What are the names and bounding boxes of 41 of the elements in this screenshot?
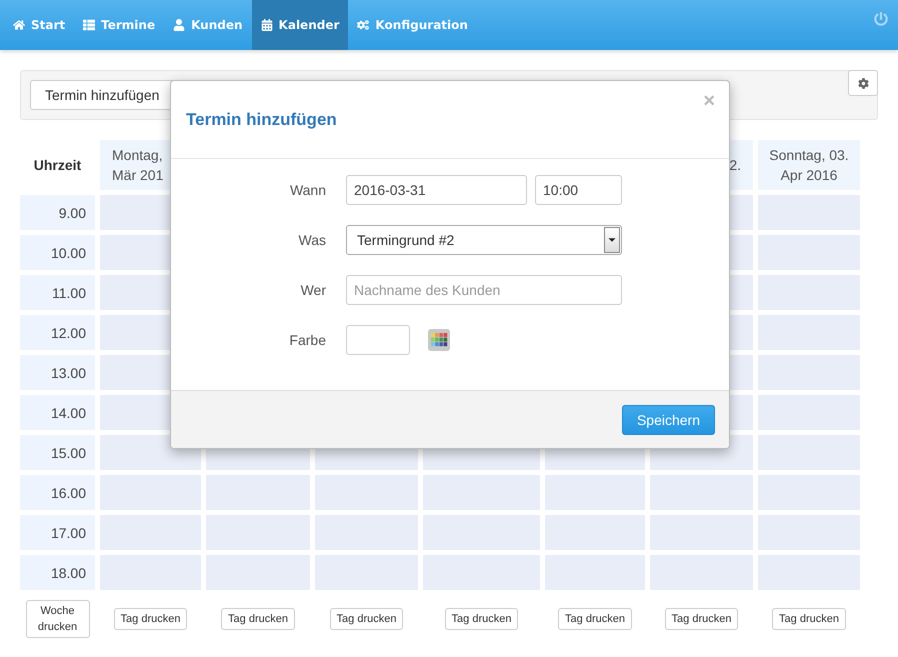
print-day-button[interactable]: Tag drucken — [330, 608, 404, 630]
dropdown-caret-icon[interactable] — [604, 227, 620, 253]
power-icon[interactable] — [874, 12, 888, 26]
time-cell: 18.00 — [20, 555, 95, 590]
color-palette-icon[interactable] — [428, 329, 450, 351]
print-day-button[interactable]: Tag drucken — [444, 608, 518, 630]
settings-button[interactable] — [848, 70, 878, 96]
settings-icon — [858, 78, 868, 88]
time-cell: 10.00 — [20, 235, 95, 270]
print-day-button[interactable]: Tag drucken — [221, 608, 295, 630]
time-cell: 9.00 — [20, 195, 95, 230]
print-day-button[interactable]: Tag drucken — [664, 608, 738, 630]
calendar-icon — [260, 19, 273, 31]
field-label: Was — [298, 232, 326, 248]
time-cell: 16.00 — [20, 475, 95, 510]
time-field[interactable]: 10:00 — [535, 175, 622, 205]
nav-item[interactable]: Kalender — [252, 0, 348, 50]
column-header: Uhrzeit — [32, 156, 82, 175]
time-cell: 11.00 — [20, 275, 95, 310]
field-label: Wann — [288, 182, 326, 198]
print-day-button[interactable]: Tag drucken — [114, 608, 188, 630]
print-day-button[interactable]: Tag drucken — [558, 608, 632, 630]
time-cell: 15.00 — [20, 435, 95, 470]
field-label: Wer — [300, 282, 326, 298]
time-cell: 14.00 — [20, 395, 95, 430]
time-cell: 13.00 — [20, 355, 95, 390]
print-day-button[interactable]: Tag drucken — [772, 608, 846, 630]
time-cell: 12.00 — [20, 315, 95, 350]
color-field[interactable] — [346, 325, 410, 355]
text-field[interactable]: Nachname des Kunden — [346, 275, 622, 305]
gears-icon — [357, 19, 370, 31]
select-field[interactable]: Termingrund #2 — [346, 225, 622, 255]
user-icon — [173, 19, 186, 31]
time-cell: 17.00 — [20, 515, 95, 550]
list-icon — [83, 19, 96, 31]
field-label: Farbe — [288, 332, 326, 348]
dialog-title: Termin hinzufügen — [186, 110, 337, 130]
print-week-button[interactable]: Woche drucken — [26, 600, 90, 638]
day-header: Sonntag, 03. Apr 2016 — [758, 140, 860, 190]
date-field[interactable]: 2016-03-31 — [346, 175, 527, 205]
home-icon — [13, 19, 25, 31]
